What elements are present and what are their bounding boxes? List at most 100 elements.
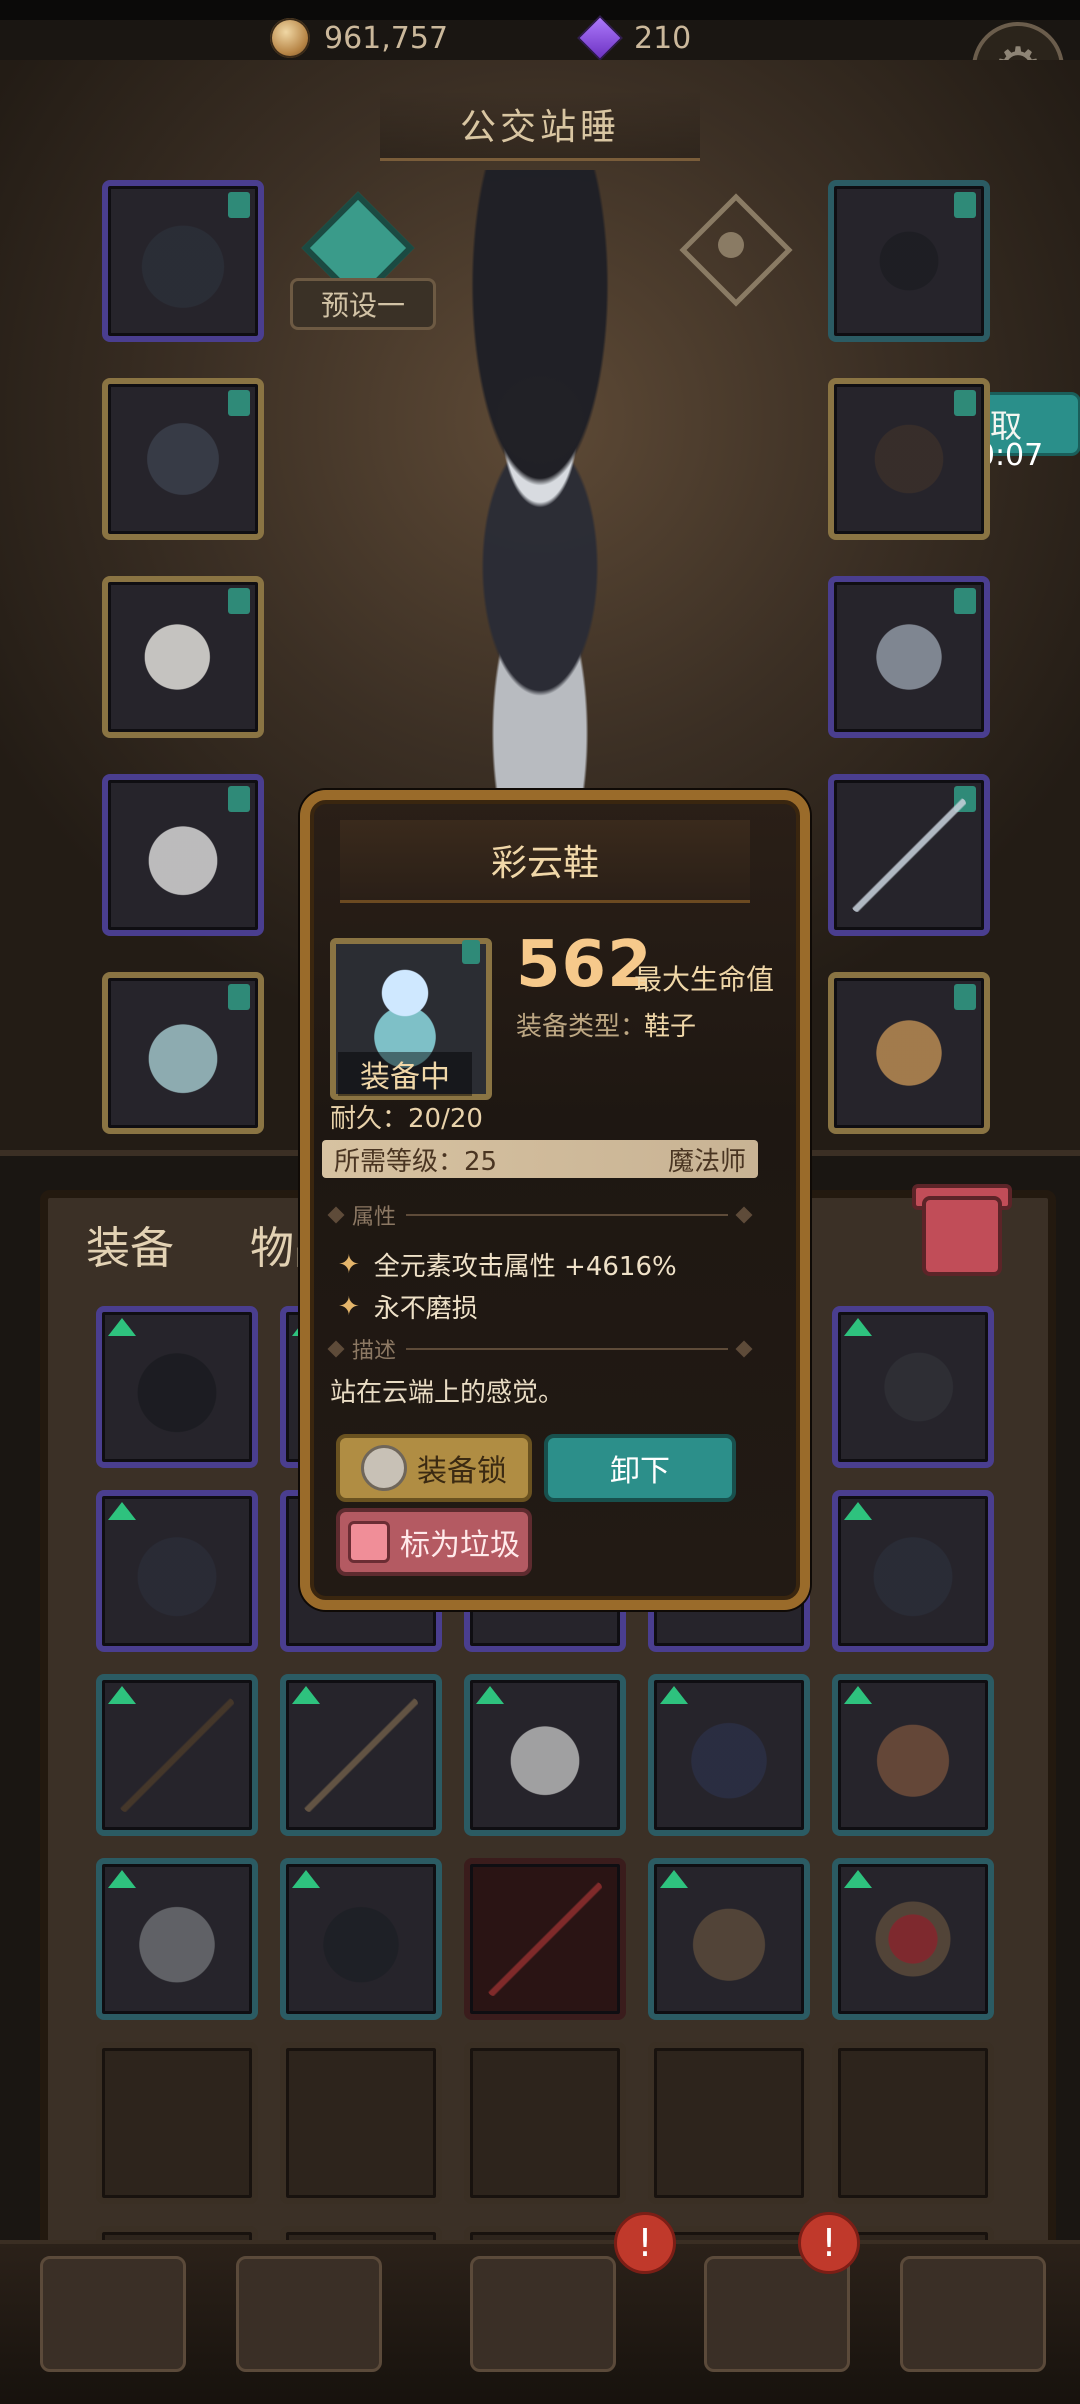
- inventory-slot[interactable]: [96, 1490, 258, 1652]
- coat-icon: [120, 1514, 234, 1628]
- divider: [406, 1348, 728, 1350]
- star-bullet-icon: ✦: [338, 1249, 360, 1280]
- tab-equipment[interactable]: 装备: [86, 1212, 174, 1282]
- divider: [406, 1214, 728, 1216]
- trash-icon[interactable]: [922, 1196, 1002, 1276]
- trash-can-icon: [348, 1521, 390, 1563]
- witch-hat-icon: [126, 204, 240, 318]
- divider-diamond-icon: [735, 1340, 753, 1358]
- unequip-label: 卸下: [610, 1454, 670, 1489]
- system-status-bar: [0, 0, 1080, 20]
- staff-icon: [120, 1698, 234, 1812]
- inventory-slot[interactable]: [464, 1674, 626, 1836]
- unequip-button[interactable]: 卸下: [544, 1434, 736, 1502]
- attribute-row: ✦ 永不磨损: [338, 1288, 478, 1325]
- boots-icon: [126, 996, 240, 1110]
- bag-icon: [672, 1882, 786, 1996]
- gold-amount: 961,757: [324, 20, 449, 56]
- equip-tag: [462, 940, 480, 964]
- item-title: 彩云鞋: [340, 820, 750, 903]
- inventory-slot[interactable]: [464, 1858, 626, 2020]
- spear-icon: [304, 1698, 418, 1812]
- adventure-nav[interactable]: [470, 2256, 616, 2372]
- attribute-text: 全元素攻击属性 +4616%: [373, 1252, 677, 1282]
- feather-wing-icon: [126, 600, 240, 714]
- alert-badge: !: [798, 2212, 860, 2274]
- necklace-slot[interactable]: [828, 180, 990, 342]
- skill-nav[interactable]: [236, 2256, 382, 2372]
- shop-nav[interactable]: [900, 2256, 1046, 2372]
- item-description: 站在云端上的感觉。: [330, 1378, 565, 1408]
- inventory-slot[interactable]: [96, 1674, 258, 1836]
- lock-icon: [361, 1445, 407, 1491]
- inventory-slot[interactable]: [648, 1674, 810, 1836]
- armor-slot[interactable]: [102, 378, 264, 540]
- gold-coin-icon: [270, 18, 310, 58]
- katana-icon: [488, 1882, 602, 1996]
- inventory-slot[interactable]: [832, 1674, 994, 1836]
- character-portrait: [360, 170, 720, 810]
- stat-value: 562: [516, 928, 653, 1002]
- equipment-type-label: 装备类型：: [516, 1012, 647, 1042]
- inventory-slot[interactable]: [96, 1306, 258, 1468]
- alert-badge-text: !: [821, 2221, 837, 2265]
- inventory-slot-empty[interactable]: [648, 2042, 810, 2204]
- description-header: 描述: [327, 1332, 753, 1366]
- trousers-icon: [488, 1698, 602, 1812]
- page-title: 公交站睡: [380, 90, 700, 161]
- required-level: 所需等级：25: [334, 1146, 498, 1177]
- mark-as-trash-label: 标为垃圾: [400, 1528, 520, 1563]
- pants-icon: [126, 798, 240, 912]
- attribute-row: ✦ 全元素攻击属性 +4616%: [338, 1246, 677, 1283]
- stat-label: 最大生命值: [634, 963, 775, 996]
- inventory-slot[interactable]: [832, 1306, 994, 1468]
- divider-diamond-icon: [327, 1206, 345, 1224]
- relic-slot[interactable]: [828, 378, 990, 540]
- glove-icon: [856, 1330, 970, 1444]
- boots-slot[interactable]: [102, 972, 264, 1134]
- inventory-slot[interactable]: [280, 1858, 442, 2020]
- gold-currency: 961,757: [270, 12, 448, 64]
- mark-as-trash-button[interactable]: 标为垃圾: [336, 1508, 532, 1576]
- hood-icon: [672, 1698, 786, 1812]
- star-bullet-icon: ✦: [338, 1291, 360, 1322]
- pants-slot[interactable]: [102, 774, 264, 936]
- inventory-slot[interactable]: [832, 1858, 994, 2020]
- equip-lock-label: 装备锁: [417, 1454, 507, 1489]
- description-header-text: 描述: [352, 1339, 397, 1364]
- red-gem-ring-icon: [856, 1882, 970, 1996]
- required-class: 魔法师: [667, 1146, 746, 1177]
- boots-item-icon: [304, 1882, 418, 1996]
- gem-currency: 210: [577, 12, 691, 64]
- backpack-item-icon: [856, 1698, 970, 1812]
- bracer-icon: [852, 996, 966, 1110]
- wing-slot[interactable]: [102, 576, 264, 738]
- ring-icon: [852, 600, 966, 714]
- purple-gem-icon: [577, 15, 623, 61]
- robe-icon: [856, 1514, 970, 1628]
- bracer-slot[interactable]: [828, 972, 990, 1134]
- inventory-slot-empty[interactable]: [464, 2042, 626, 2204]
- inventory-slot[interactable]: [648, 1858, 810, 2020]
- requirement-bar: 所需等级：25 魔法师: [322, 1140, 758, 1178]
- dress-armor-icon: [126, 402, 240, 516]
- divider-diamond-icon: [735, 1206, 753, 1224]
- wand-icon: [852, 798, 966, 912]
- hat-slot[interactable]: [102, 180, 264, 342]
- ring-slot[interactable]: [828, 576, 990, 738]
- backpack-nav[interactable]: [40, 2256, 186, 2372]
- inventory-slot-empty[interactable]: [280, 2042, 442, 2204]
- weapon-slot[interactable]: [828, 774, 990, 936]
- equipped-label: 装备中: [338, 1052, 472, 1096]
- inventory-slot-empty[interactable]: [96, 2042, 258, 2204]
- attribute-text: 永不磨损: [373, 1294, 478, 1324]
- leggings-icon: [120, 1882, 234, 1996]
- inventory-slot-empty[interactable]: [832, 2042, 994, 2204]
- inventory-slot[interactable]: [832, 1490, 994, 1652]
- badge-dot: [718, 232, 744, 258]
- equip-lock-button[interactable]: 装备锁: [336, 1434, 532, 1502]
- inventory-slot[interactable]: [280, 1674, 442, 1836]
- inventory-slot[interactable]: [96, 1858, 258, 2020]
- attributes-header-text: 属性: [352, 1205, 397, 1230]
- divider-diamond-icon: [327, 1340, 345, 1358]
